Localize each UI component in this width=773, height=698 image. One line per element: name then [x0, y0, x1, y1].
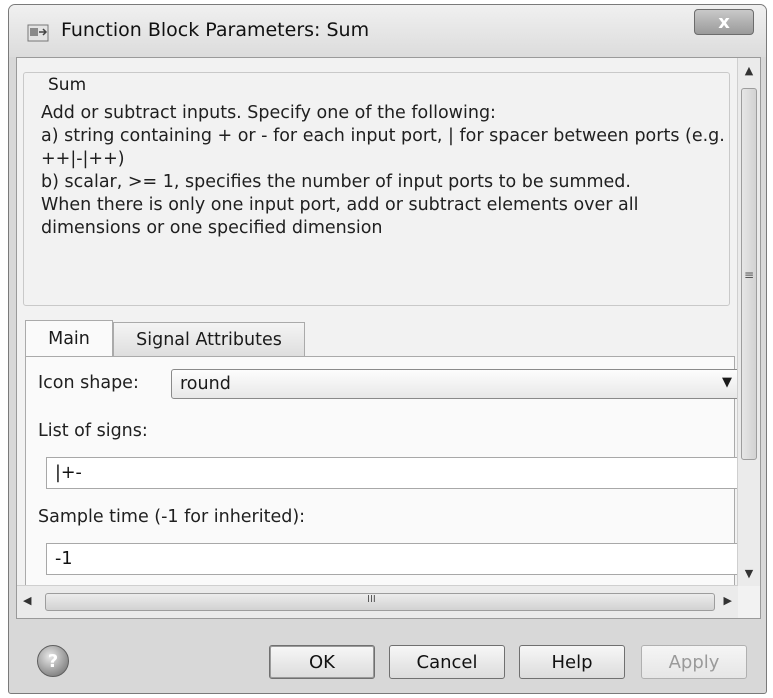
cancel-button[interactable]: Cancel [389, 645, 505, 679]
icon-shape-label: Icon shape: [38, 373, 139, 393]
horizontal-scroll-thumb[interactable] [45, 593, 715, 611]
dialog-content: Sum Add or subtract inputs. Specify one … [16, 57, 761, 619]
scroll-up-icon[interactable]: ▲ [738, 64, 760, 77]
close-icon: x [718, 11, 730, 33]
sample-time-field[interactable] [46, 543, 741, 575]
block-name: Sum [44, 75, 91, 95]
scroll-down-icon[interactable]: ▼ [738, 567, 760, 580]
help-button[interactable]: Help [519, 645, 625, 679]
title-bar[interactable]: Function Block Parameters: Sum x [9, 5, 766, 57]
scroll-left-icon[interactable]: ◀ [23, 594, 31, 607]
tab-main[interactable]: Main [25, 320, 113, 356]
window-title: Function Block Parameters: Sum [61, 19, 370, 41]
scroll-grip-h-icon: III [367, 594, 376, 605]
block-description: Add or subtract inputs. Specify one of t… [41, 103, 725, 238]
button-bar: ? OK Cancel Help Apply [9, 617, 766, 693]
tab-panel-main: Icon shape: round ▼ List of signs: Sampl… [25, 356, 741, 586]
sample-time-input[interactable] [47, 544, 740, 574]
horizontal-scrollbar[interactable]: ◀ III ▶ [17, 585, 738, 618]
help-circle-icon[interactable]: ? [37, 645, 69, 677]
close-button[interactable]: x [694, 9, 754, 35]
tab-signal-attributes[interactable]: Signal Attributes [113, 322, 305, 356]
scroll-right-icon[interactable]: ▶ [724, 594, 732, 607]
list-of-signs-label: List of signs: [38, 421, 148, 441]
tab-signal-attributes-label: Signal Attributes [136, 329, 282, 350]
scroll-grip-icon: ≡ [743, 268, 755, 282]
chevron-down-icon[interactable]: ▼ [722, 375, 732, 390]
tab-strip: Main Signal Attributes [25, 320, 735, 358]
sample-time-label: Sample time (-1 for inherited): [38, 507, 306, 527]
tab-main-label: Main [48, 328, 90, 349]
help-icon-glyph: ? [47, 650, 59, 672]
list-of-signs-field[interactable] [46, 457, 741, 489]
app-icon [27, 23, 49, 43]
vertical-scrollbar[interactable]: ▲ ≡ ▼ [737, 58, 760, 586]
icon-shape-select[interactable]: round ▼ [171, 369, 741, 399]
dialog-window: Function Block Parameters: Sum x Sum Add… [8, 4, 767, 694]
list-of-signs-input[interactable] [47, 458, 740, 488]
apply-button[interactable]: Apply [641, 645, 747, 679]
icon-shape-value: round [180, 374, 231, 394]
ok-button[interactable]: OK [269, 645, 375, 679]
